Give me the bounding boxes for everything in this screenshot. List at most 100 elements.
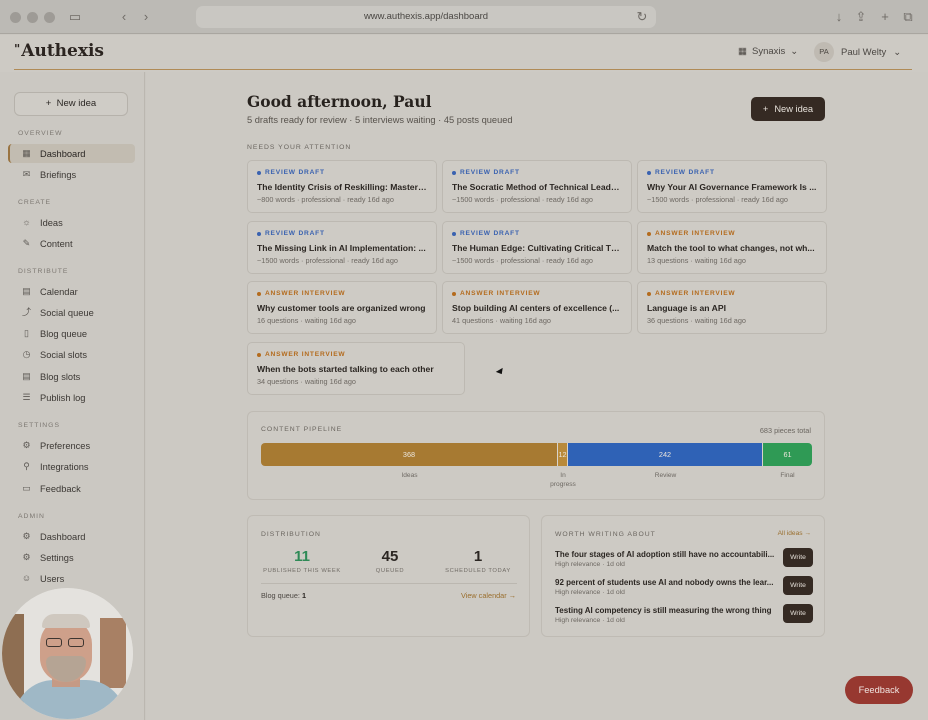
chat-icon: ▭: [22, 483, 31, 493]
attention-card[interactable]: ANSWER INTERVIEW Stop building AI centers…: [442, 281, 632, 334]
new-tab-icon[interactable]: +: [877, 9, 893, 25]
sidebar-item-integrations[interactable]: ⚲ Integrations: [8, 457, 135, 476]
attention-card[interactable]: REVIEW DRAFT The Identity Crisis of Reski…: [247, 160, 437, 213]
user-menu[interactable]: PA Paul Welty ⌄: [814, 42, 901, 62]
avatar: PA: [814, 42, 834, 62]
pipeline-segment[interactable]: 12: [558, 443, 568, 466]
address-bar[interactable]: www.authexis.app/dashboard: [196, 6, 656, 28]
worth-writing-panel: WORTH WRITING ABOUT All ideas → The four…: [541, 515, 825, 637]
card-kind-badge: REVIEW DRAFT: [452, 230, 622, 237]
sidebar-item-publish-log[interactable]: ☰ Publish log: [8, 388, 135, 407]
attention-card[interactable]: REVIEW DRAFT The Human Edge: Cultivating …: [442, 221, 632, 274]
tab-overview-icon[interactable]: ⧉: [900, 9, 916, 25]
section-overview: OVERVIEW: [18, 130, 63, 137]
main-content: Good afternoon, Paul 5 drafts ready for …: [146, 72, 928, 720]
sidebar-item-admin-dashboard[interactable]: ⚙ Dashboard: [8, 527, 135, 546]
calendar-icon: ▤: [22, 286, 31, 296]
sidebar-toggle-icon[interactable]: ▭: [67, 9, 83, 25]
attention-card[interactable]: ANSWER INTERVIEW Match the tool to what c…: [637, 221, 827, 274]
download-icon[interactable]: ↓: [831, 9, 847, 25]
attention-card[interactable]: REVIEW DRAFT Why Your AI Governance Frame…: [637, 160, 827, 213]
maximize-window-button[interactable]: [44, 12, 55, 23]
webcam-overlay: [2, 588, 133, 719]
card-kind-badge: ANSWER INTERVIEW: [647, 290, 817, 297]
new-idea-button[interactable]: + New idea: [751, 97, 825, 121]
sidebar-item-social-slots[interactable]: ◷ Social slots: [8, 345, 135, 364]
attention-card[interactable]: REVIEW DRAFT The Socratic Method of Techn…: [442, 160, 632, 213]
sidebar-item-calendar[interactable]: ▤ Calendar: [8, 282, 135, 301]
workspace-switcher[interactable]: ▦ Synaxis ⌄: [738, 46, 798, 57]
pipeline-segment[interactable]: 368: [261, 443, 558, 466]
distribution-heading: DISTRIBUTION: [261, 531, 321, 538]
list-item: The four stages of AI adoption still hav…: [555, 548, 813, 570]
card-kind-badge: ANSWER INTERVIEW: [257, 351, 455, 358]
share-icon: ⤴: [21, 307, 31, 317]
attention-card[interactable]: ANSWER INTERVIEW Why customer tools are o…: [247, 281, 437, 334]
back-icon[interactable]: ‹: [116, 9, 132, 25]
page-title: Good afternoon, Paul: [247, 92, 432, 111]
forward-icon[interactable]: ›: [138, 9, 154, 25]
blog-queue-count: Blog queue: 1: [261, 591, 307, 600]
sidebar-item-feedback[interactable]: ▭ Feedback: [8, 479, 135, 498]
card-title: Match the tool to what changes, not wh..…: [647, 243, 815, 253]
pipeline-segment[interactable]: 61: [763, 443, 812, 466]
share-icon[interactable]: ⇪: [853, 9, 869, 25]
workspace-name: Synaxis: [751, 46, 786, 57]
grid-icon: ▦: [22, 148, 31, 158]
attention-card[interactable]: REVIEW DRAFT The Missing Link in AI Imple…: [247, 221, 437, 274]
all-ideas-link[interactable]: All ideas →: [778, 530, 811, 537]
close-window-button[interactable]: [10, 12, 21, 23]
logo[interactable]: "Authexis: [14, 41, 104, 61]
card-kind-badge: REVIEW DRAFT: [647, 169, 817, 176]
view-calendar-link[interactable]: View calendar →: [461, 591, 516, 600]
sidebar-item-users[interactable]: ☺ Users: [8, 569, 135, 588]
glasses: [68, 638, 84, 647]
feedback-button[interactable]: Feedback: [845, 676, 913, 704]
pipeline-heading: CONTENT PIPELINE: [261, 426, 343, 433]
stat-queued: 45 QUEUED: [375, 548, 405, 574]
sidebar-item-briefings[interactable]: ✉ Briefings: [8, 165, 135, 184]
card-meta: ~1500 words · professional · ready 16d a…: [452, 256, 593, 265]
card-kind-badge: ANSWER INTERVIEW: [647, 230, 817, 237]
status-dot-icon: [647, 291, 651, 296]
attention-card[interactable]: ANSWER INTERVIEW Language is an API 36 que…: [637, 281, 827, 334]
write-button[interactable]: Write: [783, 548, 813, 567]
write-button[interactable]: Write: [783, 604, 813, 623]
url-text: www.authexis.app/dashboard: [363, 11, 489, 22]
sidebar-item-social-queue[interactable]: ⤴ Social queue: [8, 303, 135, 322]
sidebar-item-blog-slots[interactable]: ▤ Blog slots: [8, 367, 135, 386]
minimize-window-button[interactable]: [27, 12, 38, 23]
card-meta: ~1500 words · professional · ready 16d a…: [647, 195, 788, 204]
inbox-icon: ✉: [22, 169, 31, 179]
write-button[interactable]: Write: [783, 576, 813, 595]
status-dot-icon: [452, 231, 456, 236]
sidebar-item-dashboard[interactable]: ▦ Dashboard: [8, 144, 135, 163]
section-distribute: DISTRIBUTE: [18, 268, 69, 275]
sidebar-item-preferences[interactable]: ⚙ Preferences: [8, 436, 135, 455]
sidebar-item-content[interactable]: ✎ Content: [8, 234, 135, 253]
status-dot-icon: [257, 170, 261, 175]
status-dot-icon: [257, 291, 261, 296]
pipeline-segment-label: Review: [654, 472, 677, 479]
bookshelf: [2, 614, 24, 704]
card-meta: ~800 words · professional · ready 16d ag…: [257, 195, 394, 204]
section-settings: SETTINGS: [18, 422, 60, 429]
section-admin: ADMIN: [18, 513, 45, 520]
status-dot-icon: [647, 231, 651, 236]
divider: [261, 583, 517, 584]
card-meta: 41 questions · waiting 16d ago: [452, 316, 551, 325]
attention-card[interactable]: ANSWER INTERVIEW When the bots started ta…: [247, 342, 465, 395]
pipeline-total: 683 pieces total: [759, 426, 811, 435]
sidebar-item-admin-settings[interactable]: ⚙ Settings: [8, 548, 135, 567]
header-divider: [14, 69, 912, 70]
content-pipeline-panel: CONTENT PIPELINE 683 pieces total 368 12 2…: [247, 411, 825, 500]
card-title: Stop building AI centers of excellence (…: [452, 303, 620, 313]
sidebar-item-blog-queue[interactable]: ▯ Blog queue: [8, 324, 135, 343]
sidebar-item-ideas[interactable]: ☼ Ideas: [8, 213, 135, 232]
reload-icon[interactable]: ↻: [634, 9, 650, 25]
pipeline-segment[interactable]: 242: [568, 443, 763, 466]
card-title: When the bots started talking to each ot…: [257, 364, 434, 374]
status-dot-icon: [257, 352, 261, 357]
card-meta: 36 questions · waiting 16d ago: [647, 316, 746, 325]
sidebar-new-idea-button[interactable]: + New idea: [14, 92, 128, 116]
